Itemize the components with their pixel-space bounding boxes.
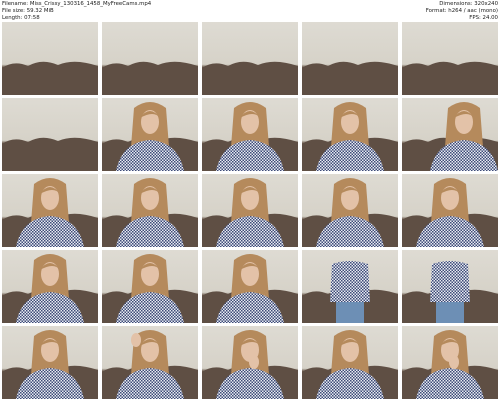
thumbnail-frame <box>2 137 98 171</box>
hand <box>249 355 259 369</box>
video-thumbnail[interactable] <box>402 250 498 323</box>
thumbnail-frame <box>402 102 498 171</box>
thumbnail-grid <box>2 22 498 399</box>
thumbnail-frame <box>102 254 198 323</box>
sofa <box>402 61 498 95</box>
thumbnail-frame <box>202 254 298 323</box>
video-thumbnail[interactable] <box>302 250 398 323</box>
thumbnail-frame <box>102 330 198 399</box>
filename-text: Filename: Miss_Crissy_130316_1458_MyFree… <box>2 1 152 7</box>
thumbnail-frame <box>402 330 498 399</box>
thumbnail-frame <box>102 178 198 247</box>
thumbnail-frame <box>402 178 498 247</box>
video-thumbnail[interactable] <box>402 174 498 247</box>
jeans <box>436 302 464 323</box>
hand <box>449 355 459 369</box>
video-thumbnail[interactable] <box>402 22 498 95</box>
filesize-text: File size: 59.32 MiB <box>2 8 54 14</box>
video-thumbnail[interactable] <box>402 98 498 171</box>
thumbnail-frame <box>202 178 298 247</box>
thumbnail-frame <box>302 330 398 399</box>
sofa <box>302 61 398 95</box>
video-thumbnail[interactable] <box>402 326 498 399</box>
video-thumbnail[interactable] <box>302 174 398 247</box>
video-thumbnail[interactable] <box>2 174 98 247</box>
thumbnail-frame <box>202 61 298 95</box>
thumbnail-frame <box>2 254 98 323</box>
thumbnail-frame <box>102 61 198 95</box>
thumbnail-frame <box>202 102 298 171</box>
thumbnail-frame <box>102 102 198 171</box>
thumbnail-frame <box>2 178 98 247</box>
sofa <box>2 61 98 95</box>
thumbnail-frame <box>302 261 398 323</box>
format-text: Format: h264 / aac (mono) <box>425 8 498 14</box>
jeans <box>336 302 364 323</box>
video-thumbnail[interactable] <box>102 174 198 247</box>
video-thumbnail[interactable] <box>202 326 298 399</box>
shirt <box>330 261 370 302</box>
thumbnail-frame <box>302 178 398 247</box>
sofa <box>102 61 198 95</box>
shirt <box>430 261 470 302</box>
video-thumbnail[interactable] <box>302 22 398 95</box>
video-thumbnail[interactable] <box>102 22 198 95</box>
video-thumbnail[interactable] <box>2 98 98 171</box>
thumbnail-frame <box>402 261 498 323</box>
thumbnail-frame <box>2 61 98 95</box>
file-info: Filename: Miss_Crissy_130316_1458_MyFree… <box>2 1 151 22</box>
video-thumbnail[interactable] <box>202 22 298 95</box>
video-thumbnail[interactable] <box>102 250 198 323</box>
video-thumbnail[interactable] <box>2 326 98 399</box>
sofa <box>202 61 298 95</box>
video-thumbnail[interactable] <box>202 174 298 247</box>
hand <box>131 333 141 347</box>
video-thumbnail[interactable] <box>102 326 198 399</box>
length-text: Length: 07:58 <box>2 15 40 21</box>
thumbnail-frame <box>302 102 398 171</box>
video-thumbnail[interactable] <box>102 98 198 171</box>
thumbnail-frame <box>402 61 498 95</box>
video-thumbnail[interactable] <box>302 326 398 399</box>
video-thumbnail[interactable] <box>2 22 98 95</box>
fps-text: FPS: 24.00 <box>469 15 498 21</box>
dimensions-text: Dimensions: 320x240 <box>439 1 498 7</box>
video-thumbnail[interactable] <box>202 98 298 171</box>
thumbnail-frame <box>302 61 398 95</box>
contact-sheet-header: Filename: Miss_Crissy_130316_1458_MyFree… <box>0 0 500 22</box>
video-thumbnail[interactable] <box>202 250 298 323</box>
sofa <box>2 137 98 171</box>
thumbnail-frame <box>2 330 98 399</box>
thumbnail-frame <box>202 330 298 399</box>
video-info: Dimensions: 320x240 Format: h264 / aac (… <box>426 1 498 22</box>
video-thumbnail[interactable] <box>2 250 98 323</box>
video-thumbnail[interactable] <box>302 98 398 171</box>
